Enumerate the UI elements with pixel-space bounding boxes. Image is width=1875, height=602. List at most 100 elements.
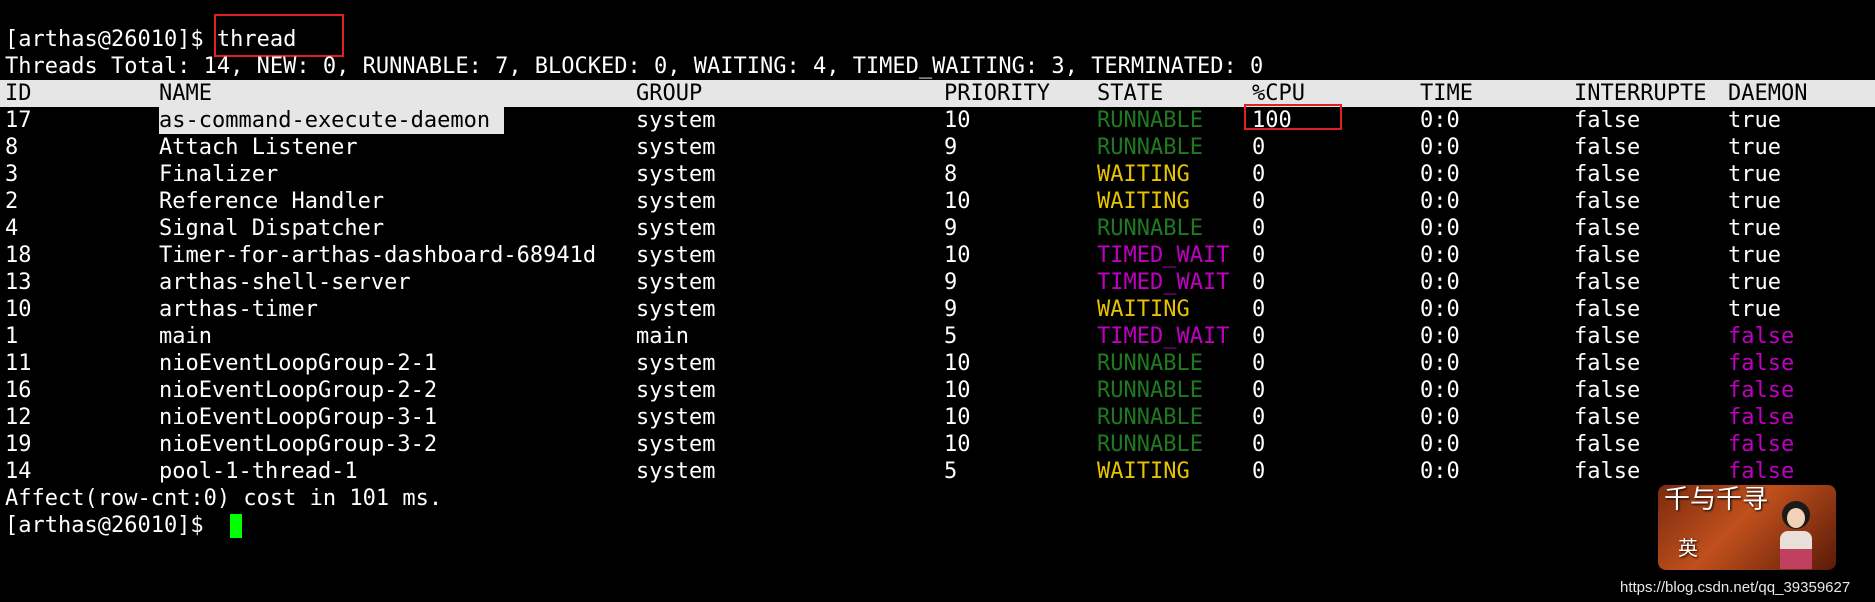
- column-header-time: TIME: [1420, 81, 1473, 106]
- row-name: arthas-timer: [159, 297, 318, 322]
- row-interrupted: false: [1574, 297, 1641, 322]
- row-group: system: [636, 108, 716, 133]
- row-interrupted: false: [1574, 162, 1641, 187]
- row-group: system: [636, 351, 716, 376]
- row-priority: 9: [944, 135, 958, 160]
- row-daemon: true: [1728, 162, 1781, 187]
- row-id: 12: [5, 405, 32, 430]
- row-group: system: [636, 243, 716, 268]
- row-id: 14: [5, 459, 32, 484]
- row-group: system: [636, 216, 716, 241]
- thread-summary: Threads Total: 14, NEW: 0, RUNNABLE: 7, …: [5, 54, 1264, 79]
- row-id: 2: [5, 189, 19, 214]
- row-name: Finalizer: [159, 162, 279, 187]
- row-group: system: [636, 297, 716, 322]
- row-state: WAITING: [1097, 162, 1190, 187]
- row-id: 11: [5, 351, 32, 376]
- row-name: pool-1-thread-1: [159, 459, 358, 484]
- row-daemon: false: [1728, 324, 1795, 349]
- row-group: system: [636, 405, 716, 430]
- row-cpu: 0: [1252, 135, 1266, 160]
- row-cpu: 0: [1252, 162, 1266, 187]
- row-interrupted: false: [1574, 405, 1641, 430]
- table-row: 11 nioEventLoopGroup-2-1 system 10 RUNNA…: [0, 350, 1875, 377]
- row-daemon: true: [1728, 270, 1781, 295]
- row-id: 4: [5, 216, 19, 241]
- watermark-logo: 千与千寻 英: [1658, 485, 1836, 570]
- prompt-text: [arthas@26010]$: [5, 27, 217, 52]
- terminal-window[interactable]: [arthas@26010]$ thread Threads Total: 14…: [0, 0, 1875, 602]
- row-priority: 10: [944, 378, 971, 403]
- row-daemon: true: [1728, 216, 1781, 241]
- row-id: 18: [5, 243, 32, 268]
- table-row: 1 main main 5 TIMED_WAIT 0 0:0 false fal…: [0, 323, 1875, 350]
- row-priority: 9: [944, 297, 958, 322]
- column-header-group: GROUP: [636, 81, 703, 106]
- row-interrupted: false: [1574, 459, 1641, 484]
- row-group: system: [636, 162, 716, 187]
- row-priority: 10: [944, 243, 971, 268]
- row-name: as-command-execute-daemon: [159, 107, 505, 134]
- row-state: RUNNABLE: [1097, 135, 1203, 160]
- column-header-cpu: %CPU: [1252, 81, 1305, 106]
- row-time: 0:0: [1420, 324, 1460, 349]
- row-id: 17: [5, 108, 32, 133]
- table-row: 17 as-command-execute-daemon system 10 R…: [0, 107, 1875, 134]
- row-state: TIMED_WAIT: [1097, 324, 1230, 349]
- row-cpu: 0: [1252, 297, 1266, 322]
- row-id: 8: [5, 135, 19, 160]
- row-state: RUNNABLE: [1097, 351, 1203, 376]
- row-priority: 5: [944, 459, 958, 484]
- row-group: system: [636, 270, 716, 295]
- row-state: RUNNABLE: [1097, 432, 1203, 457]
- row-state: TIMED_WAIT: [1097, 270, 1230, 295]
- row-time: 0:0: [1420, 189, 1460, 214]
- row-cpu: 0: [1252, 243, 1266, 268]
- watermark-url: https://blog.csdn.net/qq_39359627: [1620, 579, 1851, 596]
- row-id: 19: [5, 432, 32, 457]
- row-id: 16: [5, 378, 32, 403]
- table-row: 10 arthas-timer system 9 WAITING 0 0:0 f…: [0, 296, 1875, 323]
- row-time: 0:0: [1420, 351, 1460, 376]
- table-row: 8 Attach Listener system 9 RUNNABLE 0 0:…: [0, 134, 1875, 161]
- row-cpu: 0: [1252, 216, 1266, 241]
- row-name: main: [159, 324, 212, 349]
- row-name: Reference Handler: [159, 189, 385, 214]
- table-row: 13 arthas-shell-server system 9 TIMED_WA…: [0, 269, 1875, 296]
- row-priority: 10: [944, 108, 971, 133]
- row-cpu: 0: [1252, 378, 1266, 403]
- table-row: 4 Signal Dispatcher system 9 RUNNABLE 0 …: [0, 215, 1875, 242]
- row-daemon: true: [1728, 135, 1781, 160]
- row-time: 0:0: [1420, 243, 1460, 268]
- final-prompt-line[interactable]: [arthas@26010]$: [5, 512, 217, 539]
- row-interrupted: false: [1574, 108, 1641, 133]
- row-state: RUNNABLE: [1097, 378, 1203, 403]
- row-id: 1: [5, 324, 19, 349]
- row-interrupted: false: [1574, 189, 1641, 214]
- row-daemon: false: [1728, 459, 1795, 484]
- row-daemon: true: [1728, 189, 1781, 214]
- row-daemon: false: [1728, 378, 1795, 403]
- row-time: 0:0: [1420, 432, 1460, 457]
- row-interrupted: false: [1574, 432, 1641, 457]
- row-daemon: false: [1728, 432, 1795, 457]
- watermark-subtitle: 英: [1678, 536, 1698, 560]
- row-name: nioEventLoopGroup-3-2: [159, 432, 438, 457]
- row-name: nioEventLoopGroup-2-1: [159, 351, 438, 376]
- column-header-id: ID: [5, 81, 32, 106]
- terminal-cursor: [230, 514, 242, 538]
- row-name: Attach Listener: [159, 135, 358, 160]
- row-state: RUNNABLE: [1097, 216, 1203, 241]
- row-name: Signal Dispatcher: [159, 216, 385, 241]
- row-time: 0:0: [1420, 270, 1460, 295]
- row-group: system: [636, 432, 716, 457]
- row-name: nioEventLoopGroup-2-2: [159, 378, 438, 403]
- row-time: 0:0: [1420, 108, 1460, 133]
- table-row: 2 Reference Handler system 10 WAITING 0 …: [0, 188, 1875, 215]
- row-id: 10: [5, 297, 32, 322]
- row-cpu: 0: [1252, 405, 1266, 430]
- row-priority: 9: [944, 270, 958, 295]
- row-daemon: false: [1728, 351, 1795, 376]
- table-row: 3 Finalizer system 8 WAITING 0 0:0 false…: [0, 161, 1875, 188]
- column-header-state: STATE: [1097, 81, 1164, 106]
